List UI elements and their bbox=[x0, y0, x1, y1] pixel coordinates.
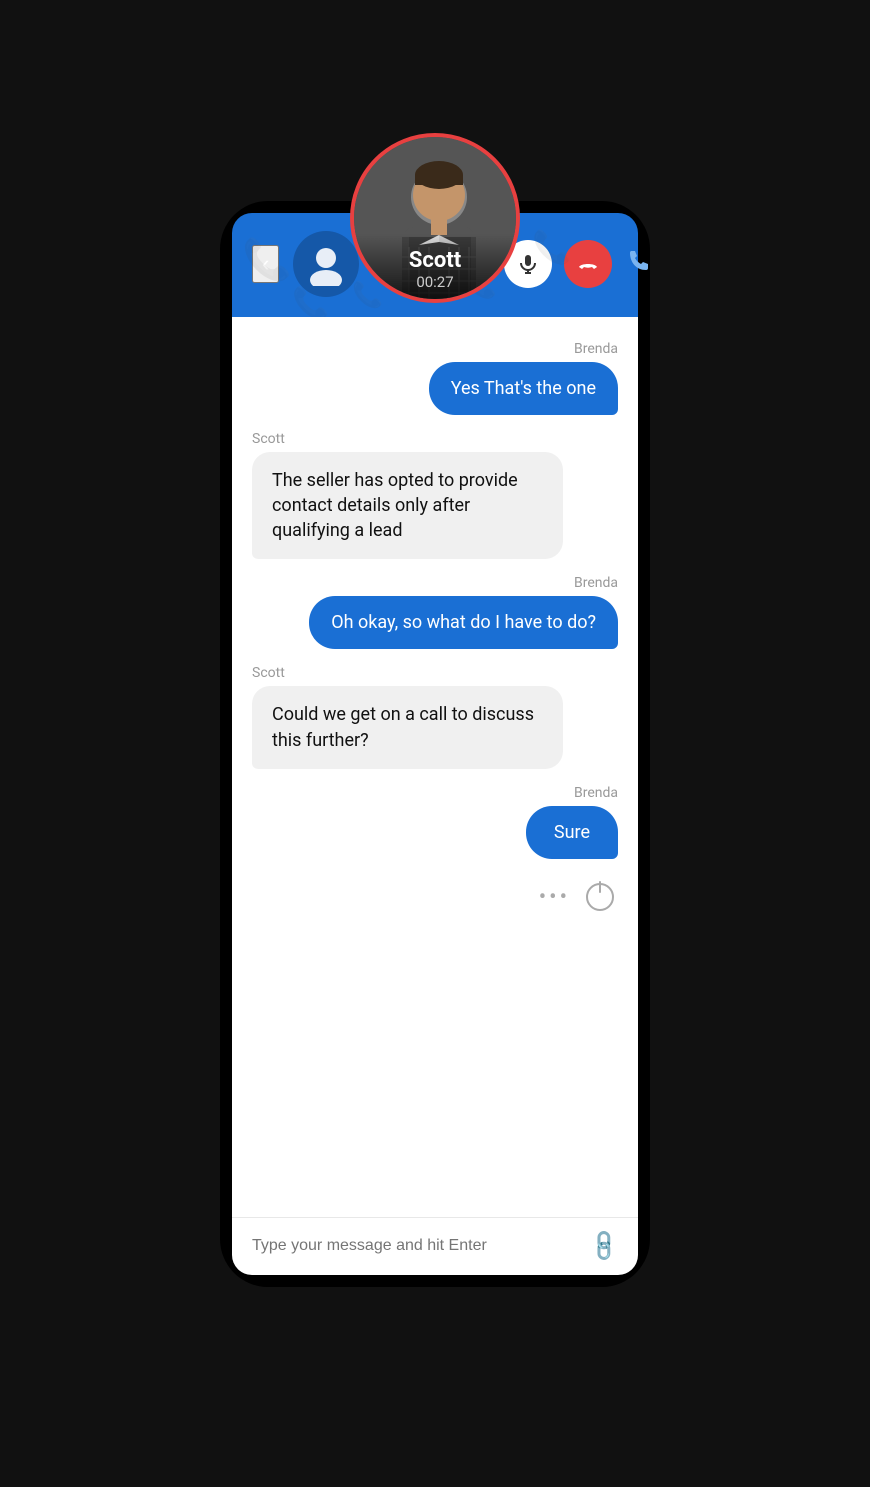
floating-call-card: Scott 00:27 bbox=[350, 133, 520, 303]
chat-input-bar: 🔗 bbox=[232, 1217, 638, 1275]
avatar-person-icon bbox=[304, 242, 348, 286]
call-contact-name: Scott bbox=[362, 248, 508, 273]
message-5: Brenda Sure bbox=[252, 785, 618, 859]
mic-icon bbox=[518, 254, 538, 274]
message-input[interactable] bbox=[252, 1237, 591, 1255]
message-2: Scott The seller has opted to provide co… bbox=[252, 431, 618, 560]
end-call-button[interactable] bbox=[564, 240, 612, 288]
call-overlay: Scott 00:27 bbox=[354, 234, 516, 299]
bubble-sent-3: Oh okay, so what do I have to do? bbox=[309, 596, 618, 649]
back-button[interactable]: ‹ bbox=[252, 245, 279, 283]
message-1: Brenda Yes That's the one bbox=[252, 341, 618, 415]
sender-label-1: Brenda bbox=[574, 341, 618, 357]
bubble-sent-5: Sure bbox=[526, 806, 618, 859]
power-icon[interactable] bbox=[586, 883, 614, 911]
call-timer: 00:27 bbox=[362, 273, 508, 291]
call-avatar-ring: Scott 00:27 bbox=[350, 133, 520, 303]
chat-body: Brenda Yes That's the one Scott The sell… bbox=[232, 317, 638, 1217]
bubble-received-2: The seller has opted to provide contact … bbox=[252, 452, 563, 560]
message-4: Scott Could we get on a call to discuss … bbox=[252, 665, 618, 768]
message-3: Brenda Oh okay, so what do I have to do? bbox=[252, 575, 618, 649]
bubble-sent-1: Yes That's the one bbox=[429, 362, 618, 415]
more-options-icon[interactable]: ••• bbox=[539, 885, 570, 910]
sender-label-5: Brenda bbox=[574, 785, 618, 801]
bottom-actions: ••• bbox=[252, 875, 618, 915]
phone-blue-icon bbox=[626, 248, 652, 274]
phone-wrapper: Scott 00:27 📞 📞 📞 📞 📞 📞 ‹ bbox=[220, 201, 650, 1287]
attachment-icon[interactable]: 🔗 bbox=[586, 1227, 623, 1264]
phone-screen: Scott 00:27 📞 📞 📞 📞 📞 📞 ‹ bbox=[232, 213, 638, 1275]
phone-header-icon[interactable] bbox=[626, 248, 652, 280]
sender-label-3: Brenda bbox=[574, 575, 618, 591]
end-call-icon bbox=[577, 253, 599, 275]
bubble-received-4: Could we get on a call to discuss this f… bbox=[252, 686, 563, 768]
sender-label-4: Scott bbox=[252, 665, 285, 681]
sender-label-2: Scott bbox=[252, 431, 285, 447]
